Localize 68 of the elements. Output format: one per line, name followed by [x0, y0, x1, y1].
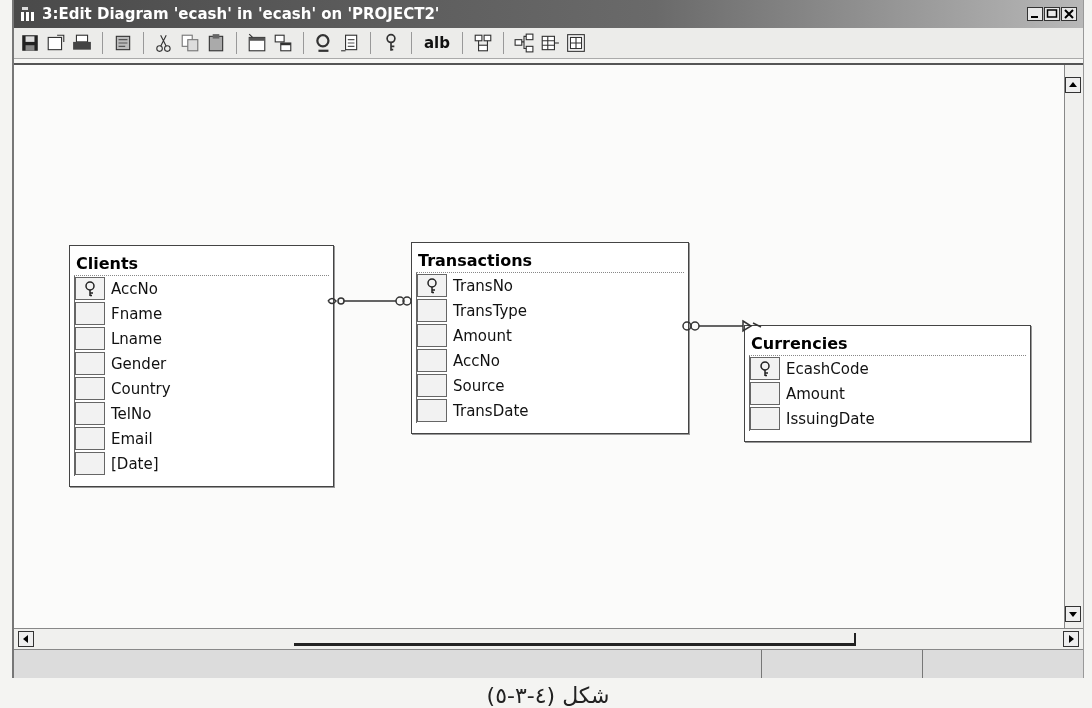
print-icon[interactable]	[72, 33, 92, 53]
vertical-scrollbar[interactable]	[1064, 65, 1083, 628]
grid-icon[interactable]	[566, 33, 586, 53]
row-selector[interactable]	[75, 452, 105, 475]
column-name: AccNo	[452, 351, 500, 370]
column-name: Fname	[110, 304, 163, 323]
row-selector[interactable]	[417, 374, 447, 397]
column-name: AccNo	[110, 279, 158, 298]
column-name: TransType	[452, 301, 528, 320]
add-table-icon[interactable]	[273, 33, 293, 53]
table-card[interactable]: Clients AccNo Fname Lname Gender Country TelNo Email [Date]	[69, 245, 334, 487]
primary-key-icon[interactable]	[417, 274, 447, 297]
column-name: TransNo	[452, 276, 514, 295]
column-name: Gender	[110, 354, 167, 373]
save-icon[interactable]	[20, 33, 40, 53]
row-selector[interactable]	[750, 407, 780, 430]
column-name: [Date]	[110, 454, 159, 473]
column-name: EcashCode	[785, 359, 869, 378]
table-name: Clients	[74, 246, 329, 276]
app-icon	[20, 6, 36, 22]
column-name: IssuingDate	[785, 409, 875, 428]
horizontal-scrollbar[interactable]	[14, 628, 1083, 649]
row-selector[interactable]	[417, 349, 447, 372]
page-icon[interactable]	[340, 33, 360, 53]
primary-key-icon[interactable]	[750, 357, 780, 380]
table-view-icon[interactable]	[540, 33, 560, 53]
scroll-thumb[interactable]	[294, 632, 856, 646]
column-name: Amount	[452, 326, 512, 345]
scroll-down-icon[interactable]	[1065, 606, 1081, 622]
row-selector[interactable]	[75, 377, 105, 400]
row-selector[interactable]	[417, 399, 447, 422]
minimize-icon[interactable]	[1027, 7, 1043, 21]
new-table-icon[interactable]	[247, 33, 267, 53]
column-name: Country	[110, 379, 171, 398]
label-button[interactable]: alb	[422, 34, 452, 52]
figure-caption: شكل (٤-٣-٥)	[485, 682, 611, 708]
row-selector[interactable]	[75, 327, 105, 350]
layout-icon[interactable]	[473, 33, 493, 53]
column-name: Email	[110, 429, 153, 448]
row-selector[interactable]	[75, 402, 105, 425]
row-selector[interactable]	[417, 299, 447, 322]
table-name: Transactions	[416, 243, 684, 273]
table-name: Currencies	[749, 326, 1026, 356]
row-selector[interactable]	[75, 427, 105, 450]
window-title: 3:Edit Diagram 'ecash' in 'ecash' on 'PROJECT2'	[42, 5, 440, 23]
row-selector[interactable]	[75, 302, 105, 325]
relationship-icon[interactable]	[514, 33, 534, 53]
scroll-right-icon[interactable]	[1063, 631, 1079, 647]
row-selector[interactable]	[417, 324, 447, 347]
column-name: Source	[452, 376, 505, 395]
column-name: TransDate	[452, 401, 529, 420]
primary-key-icon[interactable]	[75, 277, 105, 300]
paste-icon[interactable]	[206, 33, 226, 53]
copy-icon[interactable]	[180, 33, 200, 53]
cut-icon[interactable]	[154, 33, 174, 53]
table-card[interactable]: Transactions TransNo TransType Amount AccNo Source TransDate	[411, 242, 689, 434]
script-icon[interactable]	[113, 33, 133, 53]
maximize-icon[interactable]	[1044, 7, 1060, 21]
scroll-left-icon[interactable]	[18, 631, 34, 647]
row-selector[interactable]	[75, 352, 105, 375]
table-card[interactable]: Currencies EcashCode Amount IssuingDate	[744, 325, 1031, 442]
close-icon[interactable]	[1061, 7, 1077, 21]
column-name: Amount	[785, 384, 845, 403]
column-name: Lname	[110, 329, 162, 348]
row-selector[interactable]	[750, 382, 780, 405]
properties-icon[interactable]	[46, 33, 66, 53]
column-name: TelNo	[110, 404, 152, 423]
scroll-up-icon[interactable]	[1065, 77, 1081, 93]
